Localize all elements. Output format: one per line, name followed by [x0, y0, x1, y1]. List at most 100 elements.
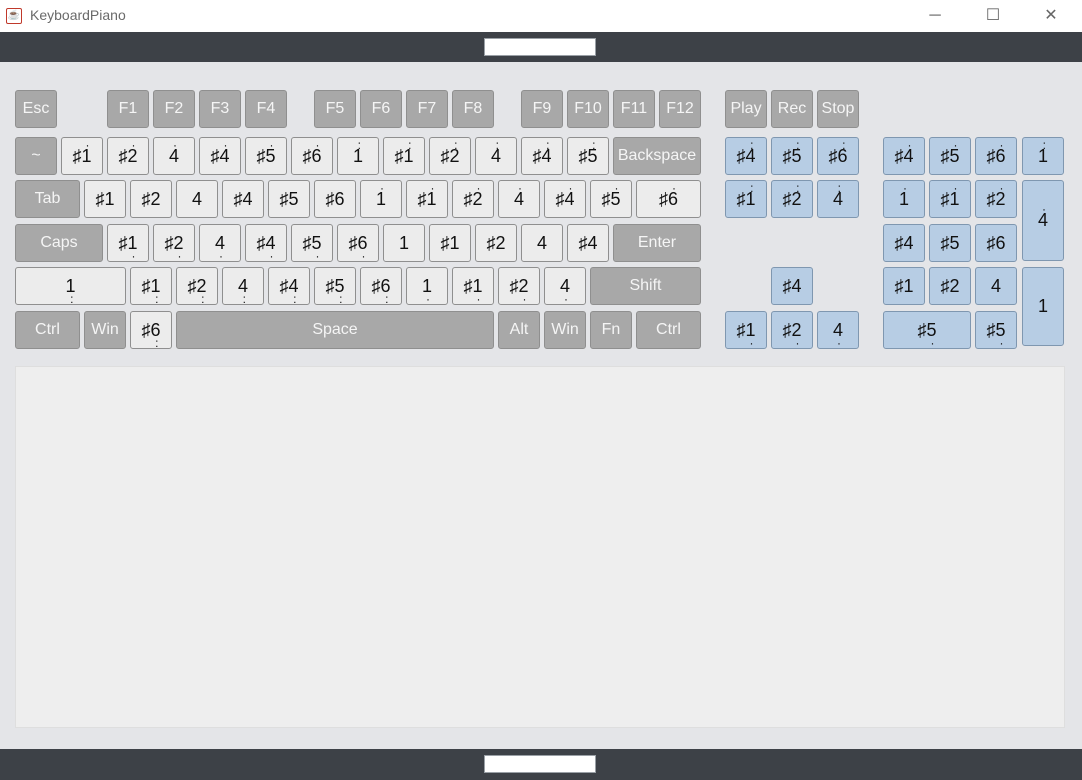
key-s[interactable]: ♯2 · [153, 224, 195, 262]
key-y[interactable]: ♯6 [314, 180, 356, 218]
key-ins[interactable]: ♯4: [725, 137, 767, 175]
key-numenter[interactable]: 1 [1022, 267, 1064, 346]
key-esc[interactable]: Esc [15, 90, 57, 128]
key-n4[interactable]: ♯4 · [199, 137, 241, 175]
key-t[interactable]: ♯5 [268, 180, 310, 218]
key-num2[interactable]: ♯2 [929, 267, 971, 305]
key-numlock[interactable]: ♯4 · [883, 137, 925, 175]
key-pgdn[interactable]: 4: [817, 180, 859, 218]
key-f8[interactable]: F8 [452, 90, 494, 128]
key-num3[interactable]: 4 [975, 267, 1017, 305]
key-tab[interactable]: Tab [15, 180, 80, 218]
key-l[interactable]: ♯2 [475, 224, 517, 262]
key-lbr[interactable]: ♯4 · [544, 180, 586, 218]
key-period[interactable]: ♯2 · [498, 267, 540, 305]
key-x[interactable]: ♯2: [176, 267, 218, 305]
key-v[interactable]: ♯4: [268, 267, 310, 305]
minimize-button[interactable]: ─ [906, 0, 964, 32]
key-pgup[interactable]: ♯6: [817, 137, 859, 175]
key-c[interactable]: 4: [222, 267, 264, 305]
key-numdot[interactable]: ♯5 · [975, 311, 1017, 349]
key-m[interactable]: 1 · [406, 267, 448, 305]
top-text-field[interactable] [484, 38, 596, 56]
key-d[interactable]: 4 · [199, 224, 241, 262]
key-f2[interactable]: F2 [153, 90, 195, 128]
bottom-text-field[interactable] [484, 755, 596, 773]
key-f[interactable]: ♯4 · [245, 224, 287, 262]
key-home[interactable]: ♯5: [771, 137, 813, 175]
maximize-button[interactable]: ☐ [964, 0, 1022, 32]
key-quote[interactable]: ♯4 [567, 224, 609, 262]
key-f1[interactable]: F1 [107, 90, 149, 128]
key-nequal[interactable]: ♯5: [567, 137, 609, 175]
key-num8[interactable]: ♯1 · [929, 180, 971, 218]
key-p[interactable]: 4 · [498, 180, 540, 218]
key-enter[interactable]: Enter [613, 224, 701, 262]
key-a[interactable]: ♯1 · [107, 224, 149, 262]
key-b[interactable]: ♯5: [314, 267, 356, 305]
key-j[interactable]: 1 [383, 224, 425, 262]
key-h[interactable]: ♯6 · [337, 224, 379, 262]
key-num9[interactable]: ♯2 · [975, 180, 1017, 218]
key-r[interactable]: ♯4 [222, 180, 264, 218]
key-q[interactable]: ♯1 [84, 180, 126, 218]
key-del[interactable]: ♯1: [725, 180, 767, 218]
key-z[interactable]: ♯1: [130, 267, 172, 305]
key-play[interactable]: Play [725, 90, 767, 128]
key-ralt[interactable]: Alt [498, 311, 540, 349]
key-num5[interactable]: ♯5 [929, 224, 971, 262]
key-numdiv[interactable]: ♯5 · [929, 137, 971, 175]
key-stop[interactable]: Stop [817, 90, 859, 128]
key-f11[interactable]: F11 [613, 90, 655, 128]
key-f6[interactable]: F6 [360, 90, 402, 128]
key-up[interactable]: ♯4 [771, 267, 813, 305]
key-num7[interactable]: 1 · [883, 180, 925, 218]
key-g[interactable]: ♯5 · [291, 224, 333, 262]
key-rwin[interactable]: Win [544, 311, 586, 349]
key-n5[interactable]: ♯5 · [245, 137, 287, 175]
key-num4[interactable]: ♯4 [883, 224, 925, 262]
key-n2[interactable]: ♯2 · [107, 137, 149, 175]
output-area[interactable] [15, 366, 1065, 728]
key-numadd[interactable]: 4 · [1022, 180, 1064, 261]
key-rctrl[interactable]: Ctrl [636, 311, 701, 349]
key-n0[interactable]: 4: [475, 137, 517, 175]
key-n[interactable]: ♯6: [360, 267, 402, 305]
key-n7[interactable]: 1: [337, 137, 379, 175]
key-lctrl[interactable]: Ctrl [15, 311, 80, 349]
key-rshift[interactable]: Shift [590, 267, 701, 305]
key-bslash[interactable]: ♯6 · [636, 180, 701, 218]
key-f7[interactable]: F7 [406, 90, 448, 128]
key-semi[interactable]: 4 [521, 224, 563, 262]
key-n8[interactable]: ♯1: [383, 137, 425, 175]
key-left[interactable]: ♯1 · [725, 311, 767, 349]
key-tilde[interactable]: ~ [15, 137, 57, 175]
key-lwin[interactable]: Win [84, 311, 126, 349]
key-nminus[interactable]: ♯4: [521, 137, 563, 175]
key-f4[interactable]: F4 [245, 90, 287, 128]
key-k[interactable]: ♯1 [429, 224, 471, 262]
key-space[interactable]: Space [176, 311, 494, 349]
key-caps[interactable]: Caps [15, 224, 103, 262]
key-e[interactable]: 4 [176, 180, 218, 218]
key-backspace[interactable]: Backspace [613, 137, 701, 175]
key-num0[interactable]: ♯5 · [883, 311, 971, 349]
key-rec[interactable]: Rec [771, 90, 813, 128]
key-n1[interactable]: ♯1 · [61, 137, 103, 175]
key-numsub[interactable]: 1: [1022, 137, 1064, 175]
key-lalt[interactable]: ♯6: [130, 311, 172, 349]
key-down[interactable]: ♯2 · [771, 311, 813, 349]
key-nummul[interactable]: ♯6 · [975, 137, 1017, 175]
key-num6[interactable]: ♯6 [975, 224, 1017, 262]
key-right[interactable]: 4 · [817, 311, 859, 349]
key-n9[interactable]: ♯2: [429, 137, 471, 175]
key-slash[interactable]: 4 · [544, 267, 586, 305]
close-button[interactable]: ✕ [1022, 0, 1080, 32]
key-n3[interactable]: 4 · [153, 137, 195, 175]
key-f9[interactable]: F9 [521, 90, 563, 128]
key-lshift[interactable]: 1: [15, 267, 126, 305]
key-u[interactable]: 1 · [360, 180, 402, 218]
key-o[interactable]: ♯2 · [452, 180, 494, 218]
key-comma[interactable]: ♯1 · [452, 267, 494, 305]
key-w[interactable]: ♯2 [130, 180, 172, 218]
